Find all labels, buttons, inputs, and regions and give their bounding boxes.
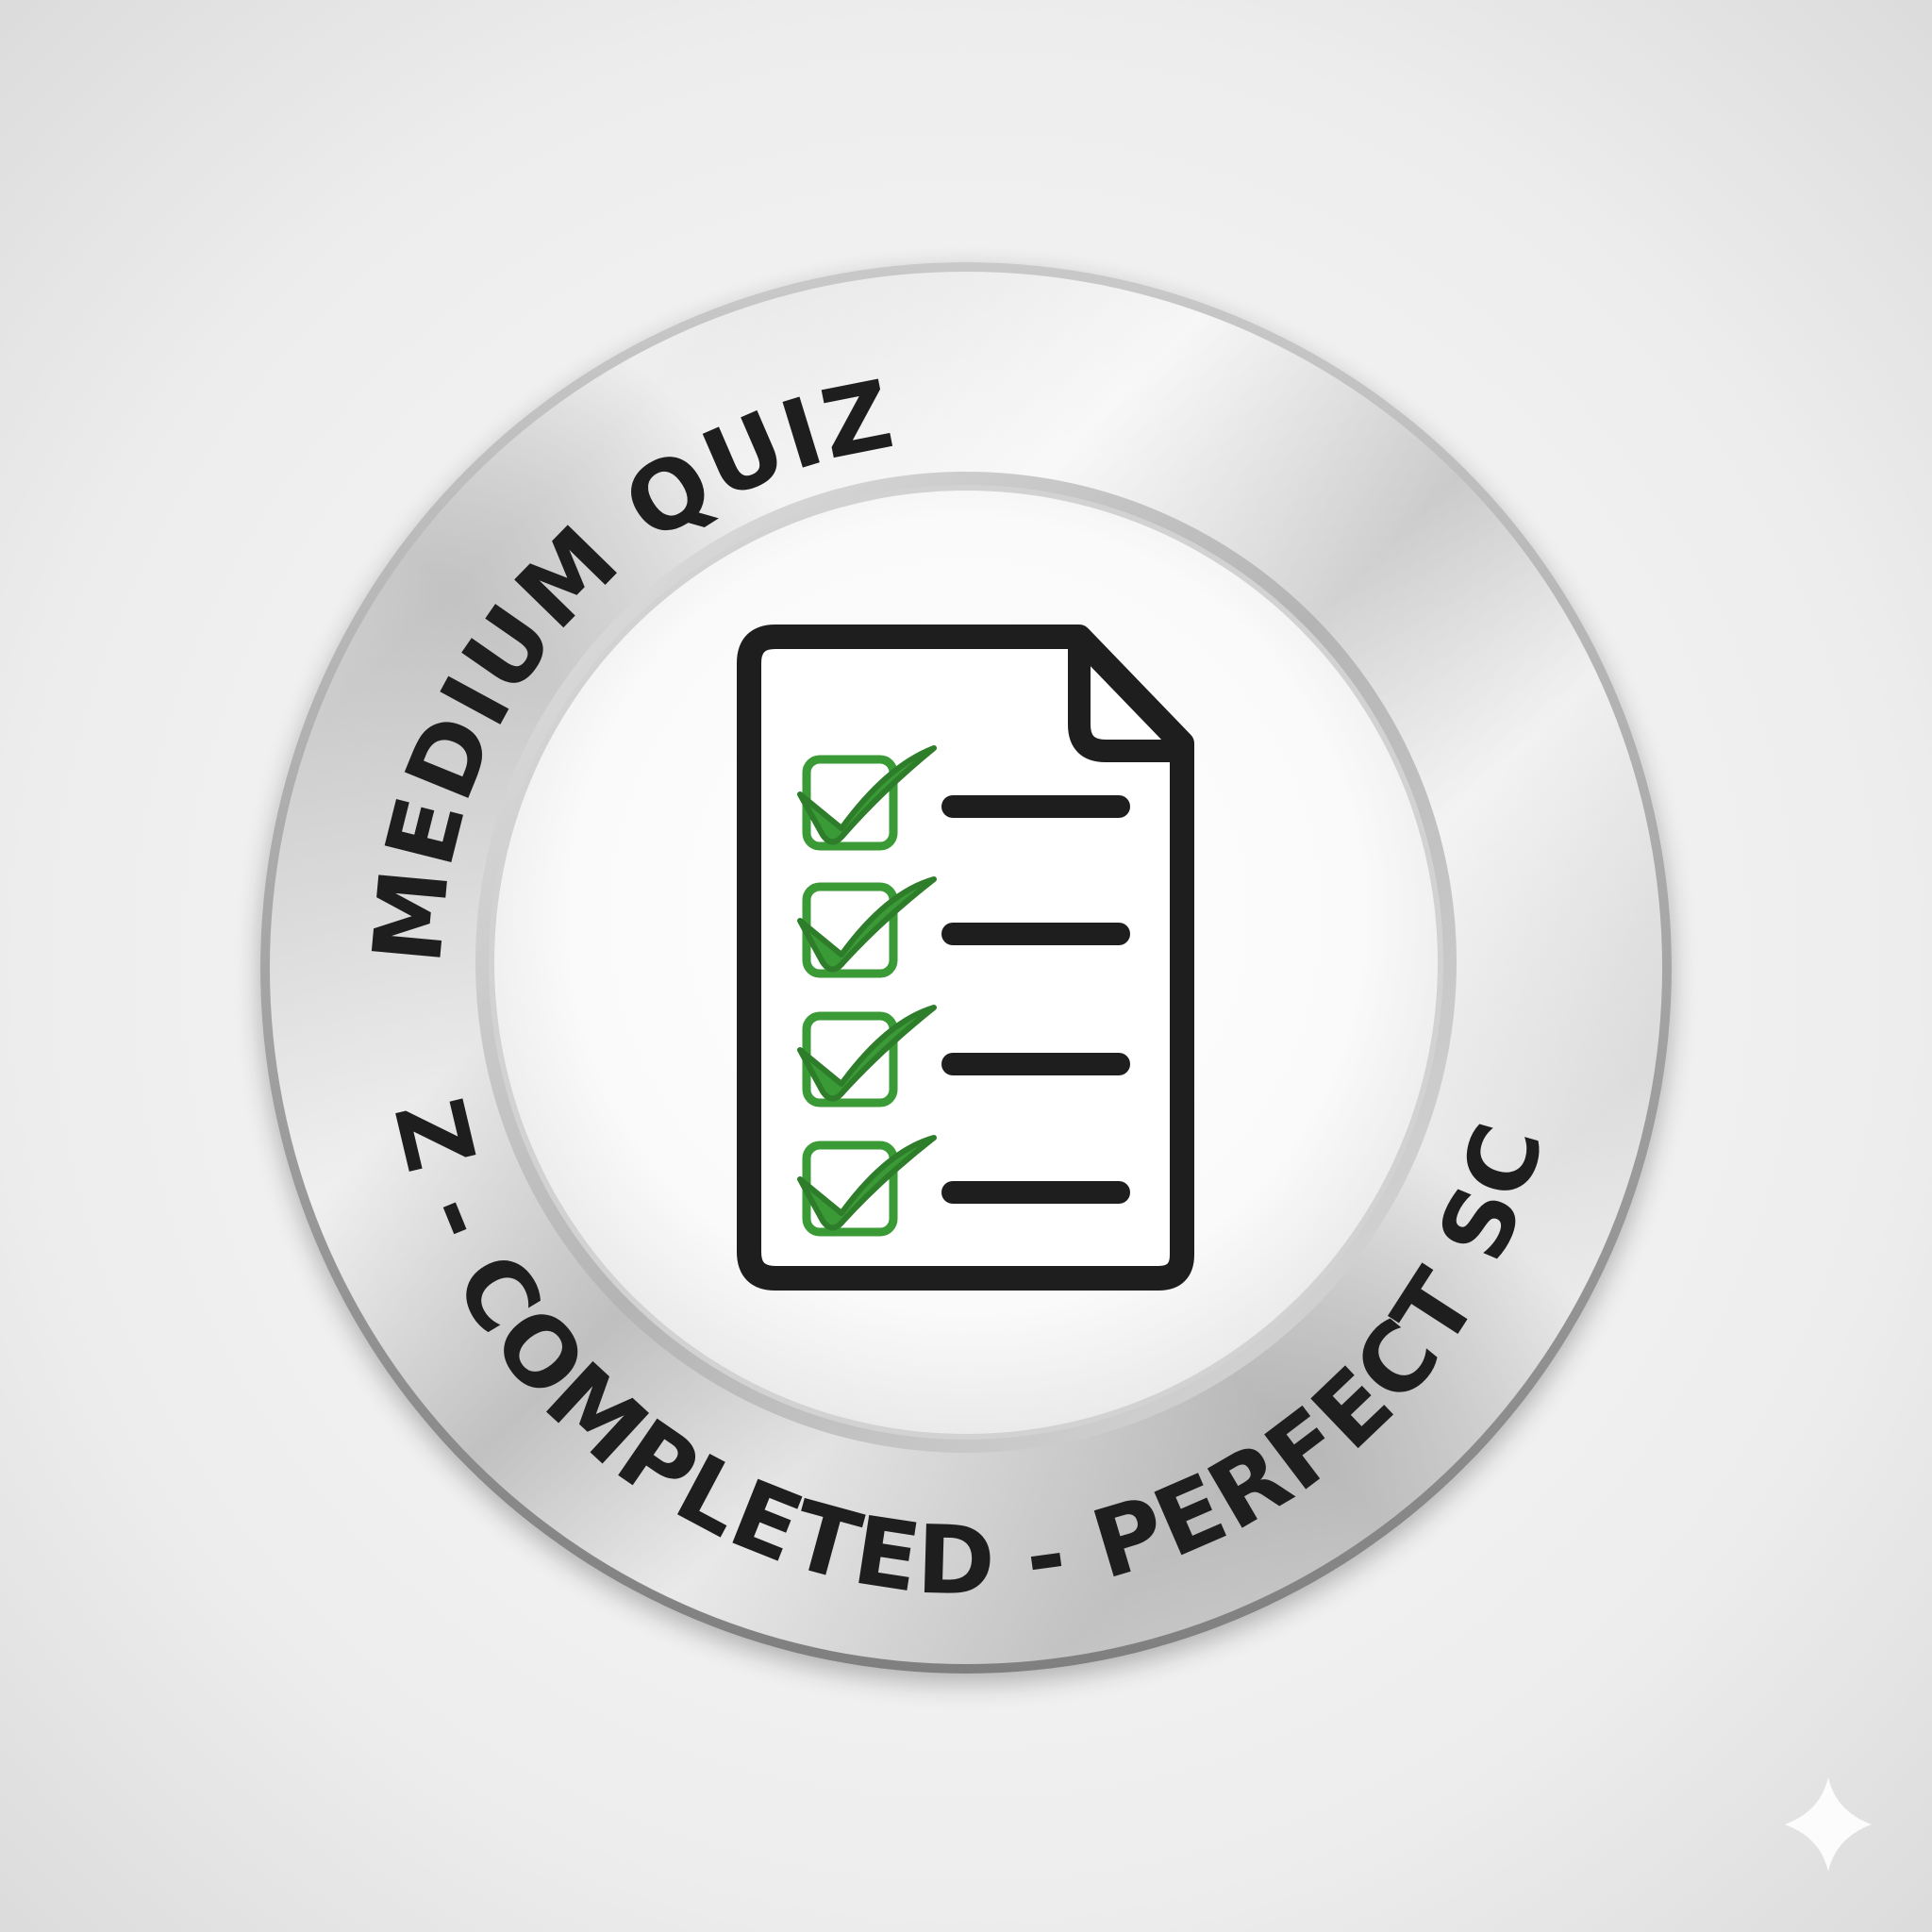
badge-canvas: MEDIUM QUIZ QUIZ - COMPLETED - PERFECT S… [0,0,1932,1932]
checklist-document-icon [737,625,1194,1291]
badge-svg: MEDIUM QUIZ QUIZ - COMPLETED - PERFECT S… [0,0,1932,1932]
